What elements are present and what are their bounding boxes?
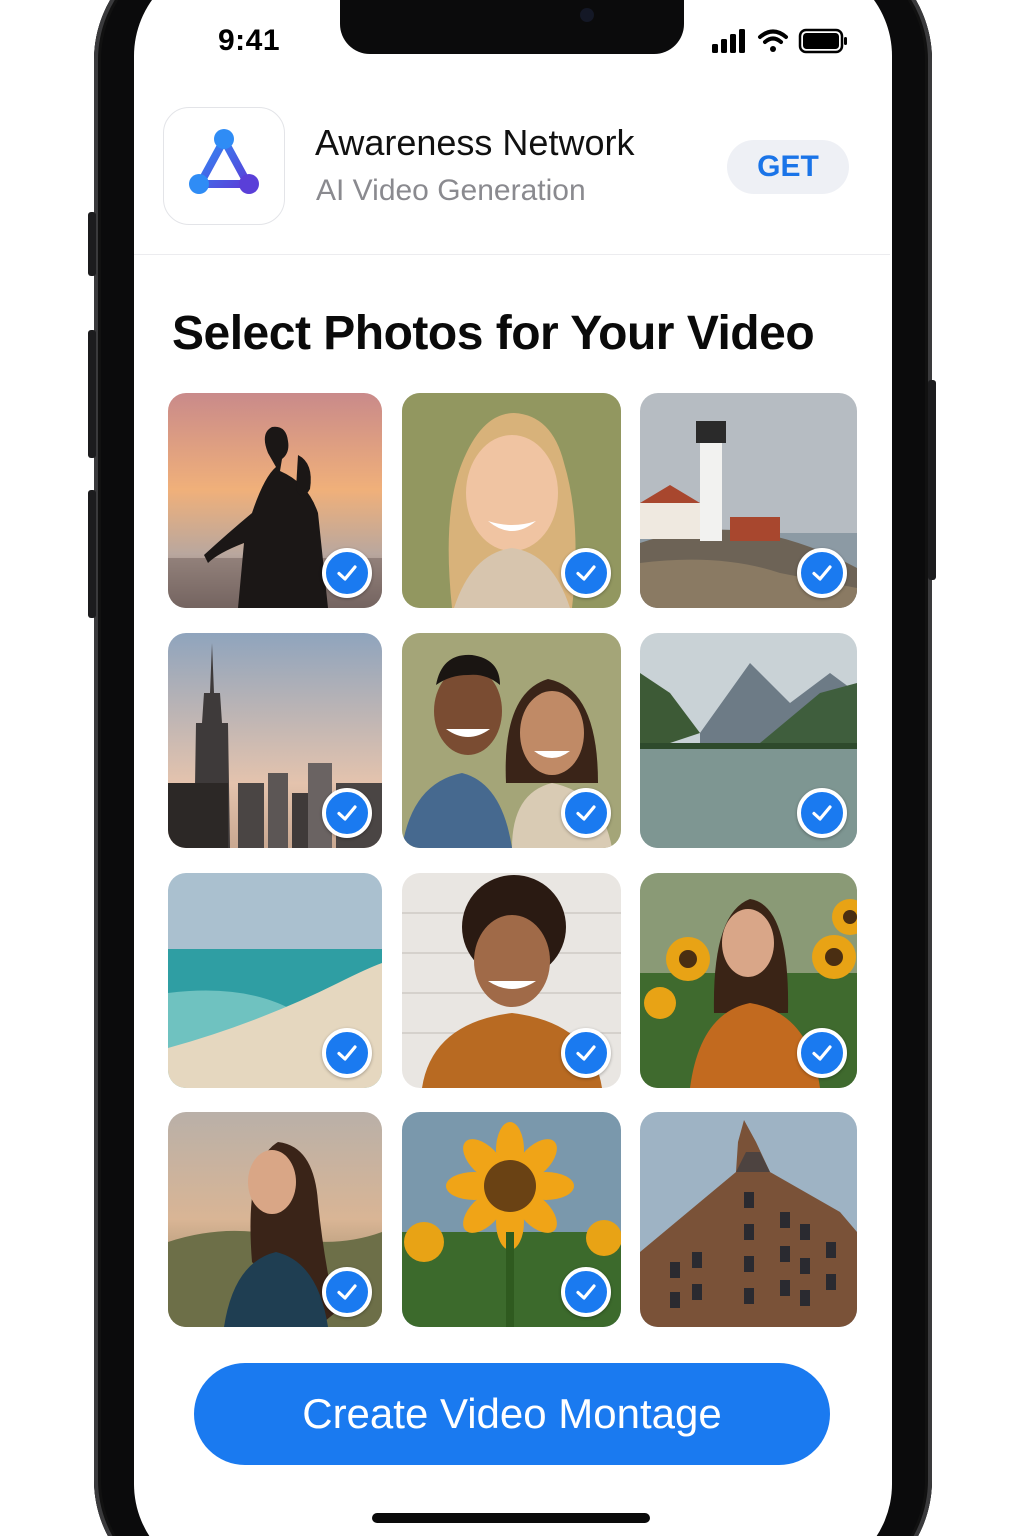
power-button — [928, 380, 936, 580]
checkmark-icon[interactable] — [797, 548, 847, 598]
checkmark-icon[interactable] — [561, 1267, 611, 1317]
photo-tile[interactable] — [640, 633, 857, 848]
photo-brick-building — [640, 1112, 857, 1327]
app-icon[interactable] — [163, 107, 285, 225]
app-name: Awareness Network — [315, 122, 635, 163]
checkmark-icon[interactable] — [561, 1028, 611, 1078]
checkmark-icon[interactable] — [322, 1267, 372, 1317]
get-button[interactable]: GET — [727, 140, 849, 194]
notch — [340, 0, 684, 54]
photo-tile[interactable] — [640, 873, 857, 1088]
checkmark-icon[interactable] — [797, 788, 847, 838]
checkmark-icon[interactable] — [797, 1028, 847, 1078]
photo-tile[interactable] — [168, 633, 382, 848]
photo-tile[interactable] — [168, 1112, 382, 1327]
photo-tile[interactable] — [402, 633, 621, 848]
status-time: 9:41 — [218, 24, 281, 57]
app-subtitle: AI Video Generation — [316, 174, 586, 207]
photo-tile[interactable] — [640, 393, 857, 608]
photo-tile[interactable] — [402, 1112, 621, 1327]
checkmark-icon[interactable] — [322, 1028, 372, 1078]
photo-tile[interactable] — [640, 1112, 857, 1327]
photo-tile[interactable] — [402, 393, 621, 608]
divider — [134, 254, 890, 255]
home-indicator — [372, 1513, 650, 1523]
checkmark-icon[interactable] — [322, 788, 372, 838]
checkmark-icon[interactable] — [561, 548, 611, 598]
battery-icon — [798, 28, 847, 54]
section-title: Select Photos for Your Video — [172, 307, 815, 360]
photo-tile[interactable] — [402, 873, 621, 1088]
checkmark-icon[interactable] — [322, 548, 372, 598]
status-icons — [712, 28, 847, 54]
create-video-montage-button[interactable]: Create Video Montage — [194, 1363, 830, 1465]
checkmark-icon[interactable] — [561, 788, 611, 838]
photo-tile[interactable] — [168, 873, 382, 1088]
photo-tile[interactable] — [168, 393, 382, 608]
side-button — [88, 212, 96, 276]
signal-icon — [712, 29, 745, 53]
volume-down-button — [88, 490, 96, 618]
camera-dot — [580, 8, 594, 22]
wifi-icon — [758, 29, 788, 52]
network-triangle-icon — [189, 129, 259, 194]
volume-up-button — [88, 330, 96, 458]
